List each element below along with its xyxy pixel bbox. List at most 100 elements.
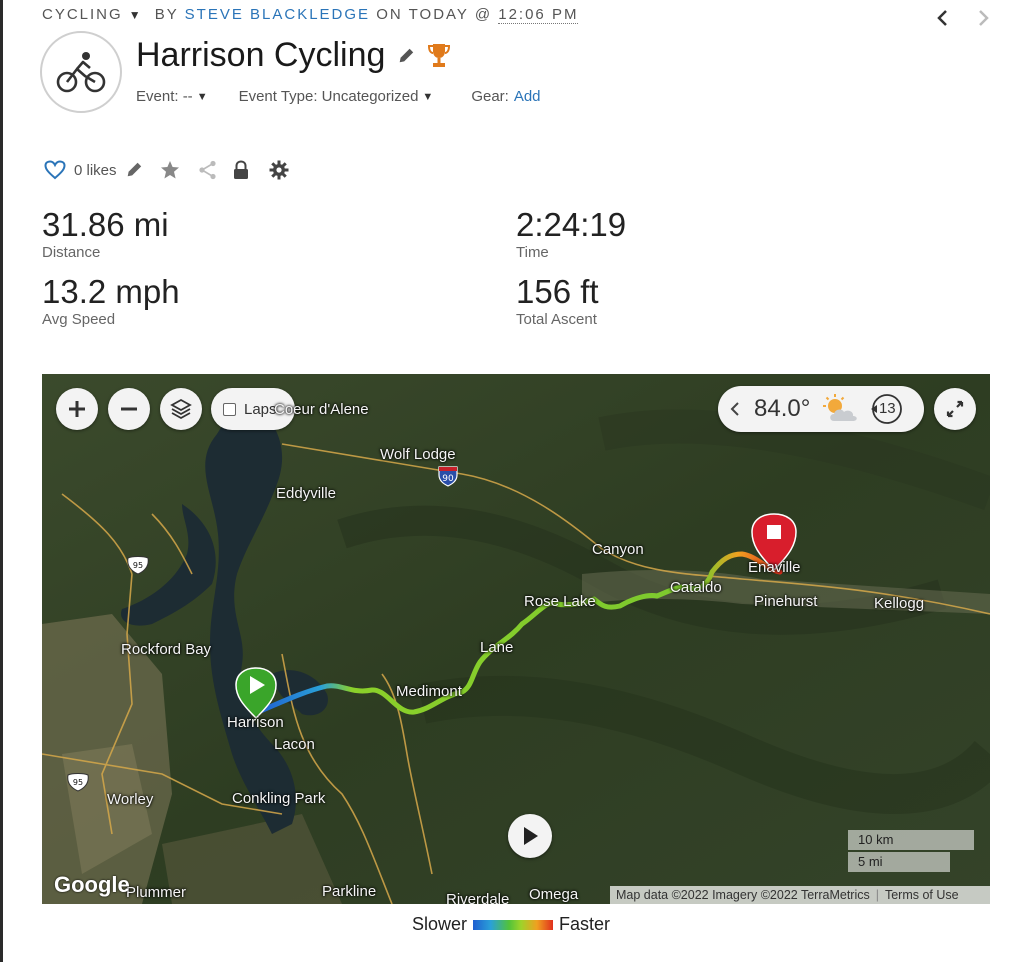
attribution-text: Map data ©2022 Imagery ©2022 TerraMetric…: [616, 888, 870, 902]
weather-temperature: 84.0°: [754, 395, 811, 422]
share-icon: [198, 160, 216, 180]
avg-speed-value: 13.2 mph: [42, 273, 180, 310]
map-layers-button[interactable]: [160, 388, 202, 430]
place-label: Kellogg: [874, 595, 925, 612]
fullscreen-button[interactable]: [934, 388, 976, 430]
attribution-divider: |: [875, 888, 879, 902]
google-logo: Google: [54, 872, 130, 897]
highway-shield-icon: 95: [127, 556, 149, 575]
lock-icon: [233, 160, 248, 179]
settings-button[interactable]: [269, 160, 289, 180]
likes-count: 0 likes: [74, 161, 117, 179]
layers-icon: [170, 398, 192, 420]
previous-activity-button[interactable]: [930, 6, 954, 30]
terms-of-use-link[interactable]: Terms of Use: [885, 888, 959, 902]
time-label: Time: [516, 244, 549, 261]
edit-button[interactable]: [125, 161, 143, 179]
total-ascent-value: 156 ft: [516, 273, 599, 310]
chevron-right-icon: [979, 10, 989, 26]
interstate-number: 90: [442, 474, 454, 484]
speed-gradient-bar: [473, 919, 554, 930]
stat-total-ascent: 156 ft Total Ascent: [516, 273, 599, 328]
avg-speed-label: Avg Speed: [42, 311, 116, 328]
by-label: BY: [154, 6, 179, 23]
chevron-left-icon: [937, 10, 947, 26]
expand-icon: [946, 400, 964, 418]
place-label: Omega: [529, 886, 579, 903]
privacy-button[interactable]: [233, 160, 249, 180]
activity-type-link[interactable]: CYCLING: [42, 6, 123, 23]
plus-icon: [69, 401, 85, 417]
title-row: Harrison Cycling: [136, 36, 451, 75]
map-attribution: Map data ©2022 Imagery ©2022 TerraMetric…: [610, 886, 990, 904]
laps-checkbox[interactable]: [223, 402, 236, 416]
total-ascent-label: Total Ascent: [516, 311, 597, 328]
place-label: Enaville: [748, 559, 801, 576]
pencil-edit-icon[interactable]: [397, 47, 415, 65]
weather-widget: 84.0° 13: [718, 386, 924, 432]
event-type-label: Event Type: Uncategorized: [238, 88, 419, 105]
distance-value: 31.86 mi: [42, 206, 169, 243]
playback-button[interactable]: [508, 814, 552, 858]
wind-speed: 13: [878, 400, 896, 417]
place-label: Lane: [480, 639, 514, 656]
activity-actions: 0 likes: [44, 160, 289, 180]
gear-add-link[interactable]: Add: [514, 88, 541, 105]
gear-icon: [269, 160, 289, 180]
trophy-icon[interactable]: [427, 42, 451, 70]
time-value: 2:24:19: [516, 206, 627, 243]
place-label: Rose Lake: [524, 593, 596, 610]
legend-faster: Faster: [559, 914, 611, 934]
favorite-button[interactable]: [160, 160, 180, 180]
star-icon: [160, 161, 179, 179]
breadcrumb: CYCLING ▼ BY STEVE BLACKLEDGE ON TODAY @ …: [42, 6, 579, 24]
place-label: Pinehurst: [754, 593, 818, 610]
caret-down-icon: ▼: [422, 90, 434, 103]
weather-collapse-button[interactable]: [724, 398, 746, 420]
event-type-dropdown[interactable]: Event Type: Uncategorized ▼: [239, 88, 434, 105]
play-icon: [524, 827, 538, 845]
chevron-left-icon: [730, 402, 739, 416]
zoom-out-button[interactable]: [108, 388, 150, 430]
pencil-icon: [127, 162, 141, 177]
route-map[interactable]: Laps 84.0° 13 Coeur d'Alene Wolf Lodge E…: [42, 374, 990, 904]
place-label: Harrison: [227, 714, 284, 731]
like-button[interactable]: 0 likes: [44, 160, 117, 180]
place-label: Worley: [107, 791, 154, 808]
caret-down-icon[interactable]: ▼: [129, 8, 143, 22]
activity-title[interactable]: Harrison Cycling: [136, 36, 385, 75]
scale-mi: 5 mi: [848, 852, 950, 872]
interstate-shield-icon: 90: [438, 466, 458, 487]
place-label: Conkling Park: [232, 790, 326, 807]
laps-label: Laps: [244, 400, 277, 418]
speed-legend: Slower Faster: [412, 914, 610, 935]
distance-label: Distance: [42, 244, 101, 261]
gear-field: Gear: Add: [471, 88, 540, 105]
event-dropdown[interactable]: Event: -- ▼: [136, 88, 208, 105]
map-scale: 10 km 5 mi: [848, 830, 974, 874]
heart-icon: [44, 160, 66, 180]
activity-meta-row: Event: -- ▼ Event Type: Uncategorized ▼ Ge…: [136, 88, 541, 105]
place-label: Coeur d'Alene: [274, 401, 369, 418]
place-label: Rockford Bay: [121, 641, 212, 658]
activity-nav: [930, 6, 996, 30]
share-button[interactable]: [198, 160, 218, 180]
author-link[interactable]: STEVE BLACKLEDGE: [185, 6, 370, 23]
page-left-border: [0, 0, 3, 962]
partly-cloudy-icon: [823, 394, 858, 421]
activity-time: 12:06 PM: [498, 6, 579, 24]
stat-time: 2:24:19 Time: [516, 206, 626, 261]
on-label: ON TODAY @: [376, 6, 493, 23]
stat-distance: 31.86 mi Distance: [42, 206, 169, 261]
scale-km: 10 km: [848, 830, 974, 850]
next-activity-button[interactable]: [972, 6, 996, 30]
place-label: Medimont: [396, 683, 462, 700]
caret-down-icon: ▼: [196, 90, 208, 103]
place-label: Eddyville: [276, 485, 337, 502]
event-label: Event: --: [136, 88, 193, 105]
place-label: Riverdale: [446, 891, 510, 904]
bicycle-icon: [56, 52, 106, 93]
legend-slower: Slower: [412, 914, 468, 934]
highway-shield-icon: 95: [67, 773, 89, 792]
zoom-in-button[interactable]: [56, 388, 98, 430]
